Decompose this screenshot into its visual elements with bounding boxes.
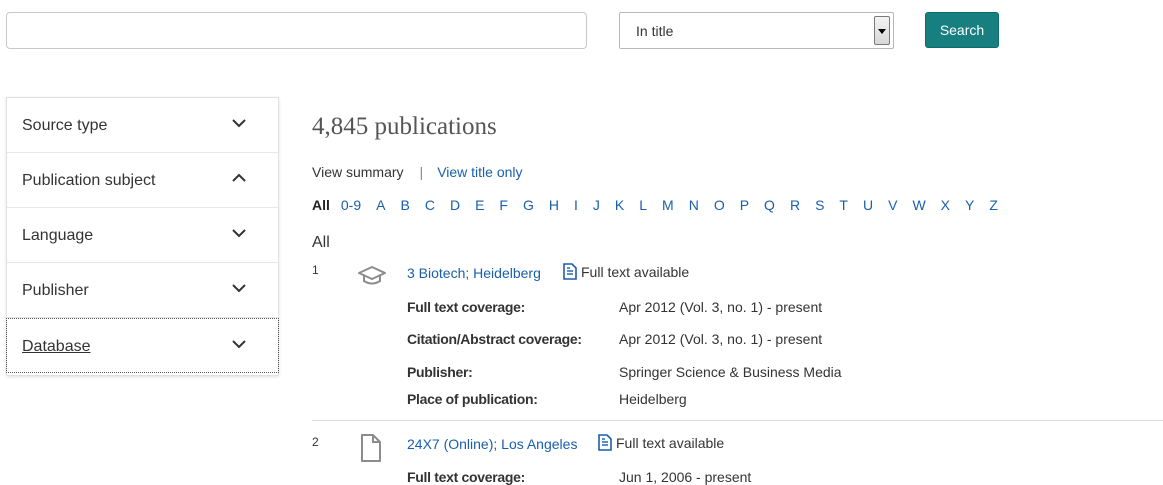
alpha-c[interactable]: C bbox=[425, 197, 435, 213]
facet-publication-subject[interactable]: Publication subject bbox=[7, 153, 278, 208]
document-icon bbox=[361, 434, 381, 462]
facet-database[interactable]: Database bbox=[6, 318, 279, 373]
alpha-g[interactable]: G bbox=[523, 197, 534, 213]
alpha-x[interactable]: X bbox=[941, 197, 950, 213]
alpha-t[interactable]: T bbox=[839, 197, 848, 213]
alpha-i[interactable]: I bbox=[574, 197, 578, 213]
field-label: Place of publication: bbox=[407, 391, 538, 407]
facet-label: Publication subject bbox=[22, 172, 156, 189]
alpha-v[interactable]: V bbox=[888, 197, 897, 213]
alpha-l[interactable]: L bbox=[639, 197, 647, 213]
chevron-down-icon bbox=[232, 119, 246, 128]
result-index: 2 bbox=[312, 435, 319, 449]
full-text-label: Full text available bbox=[616, 435, 725, 451]
alpha-j[interactable]: J bbox=[593, 197, 600, 213]
facet-label: Database bbox=[22, 338, 91, 355]
scholarly-journal-icon bbox=[358, 266, 386, 285]
alpha-z[interactable]: Z bbox=[989, 197, 998, 213]
chevron-up-icon bbox=[232, 173, 246, 182]
full-text-indicator[interactable]: Full text available bbox=[563, 263, 689, 280]
chevron-down-icon bbox=[232, 284, 246, 293]
full-text-indicator[interactable]: Full text available bbox=[598, 434, 724, 451]
full-text-icon bbox=[563, 263, 577, 280]
alpha-b[interactable]: B bbox=[400, 197, 409, 213]
field-label: Citation/Abstract coverage: bbox=[407, 331, 582, 347]
chevron-down-icon bbox=[232, 229, 246, 238]
alpha-q[interactable]: Q bbox=[764, 197, 775, 213]
field-label: Full text coverage: bbox=[407, 299, 526, 315]
section-heading: All bbox=[312, 234, 330, 251]
view-toggle: View summary | View title only bbox=[312, 164, 523, 180]
field-label: Publisher: bbox=[407, 364, 473, 380]
alpha-0-9[interactable]: 0-9 bbox=[341, 197, 361, 213]
alpha-a[interactable]: A bbox=[376, 197, 385, 213]
full-text-label: Full text available bbox=[581, 264, 690, 280]
full-text-icon bbox=[598, 434, 612, 451]
facet-source-type[interactable]: Source type bbox=[7, 98, 278, 153]
alpha-k[interactable]: K bbox=[615, 197, 624, 213]
field-label: Full text coverage: bbox=[407, 469, 526, 485]
alpha-r[interactable]: R bbox=[790, 197, 800, 213]
alpha-o[interactable]: O bbox=[714, 197, 725, 213]
alphabet-filter: All 0-9 A B C D E F G H I J K L M N O P Q R S T U V W X Y Z bbox=[312, 197, 1013, 213]
facet-publisher[interactable]: Publisher bbox=[7, 263, 278, 318]
alpha-d[interactable]: D bbox=[450, 197, 460, 213]
results-panel: 4,845 publications View summary | View tit… bbox=[312, 0, 1163, 485]
field-value: Jun 1, 2006 - present bbox=[619, 469, 752, 485]
alpha-n[interactable]: N bbox=[689, 197, 699, 213]
chevron-down-icon bbox=[232, 340, 246, 349]
result-title-link[interactable]: 24X7 (Online); Los Angeles bbox=[407, 436, 577, 452]
field-value: Apr 2012 (Vol. 3, no. 1) - present bbox=[619, 331, 823, 347]
result-divider bbox=[312, 420, 1163, 421]
alpha-all[interactable]: All bbox=[312, 197, 330, 213]
results-count: 4,845 publications bbox=[312, 113, 497, 140]
field-value: Apr 2012 (Vol. 3, no. 1) - present bbox=[619, 299, 823, 315]
view-title-only-link[interactable]: View title only bbox=[437, 164, 522, 180]
alpha-w[interactable]: W bbox=[912, 197, 925, 213]
facet-label: Language bbox=[22, 227, 94, 244]
view-summary-link[interactable]: View summary bbox=[312, 164, 404, 180]
alpha-e[interactable]: E bbox=[475, 197, 484, 213]
result-index: 1 bbox=[312, 263, 319, 277]
view-separator: | bbox=[419, 164, 424, 180]
alpha-f[interactable]: F bbox=[499, 197, 508, 213]
facet-label: Publisher bbox=[22, 282, 89, 299]
alpha-p[interactable]: P bbox=[740, 197, 749, 213]
field-value: Heidelberg bbox=[619, 391, 687, 407]
alpha-h[interactable]: H bbox=[549, 197, 559, 213]
alpha-y[interactable]: Y bbox=[965, 197, 974, 213]
alpha-m[interactable]: M bbox=[662, 197, 674, 213]
facet-label: Source type bbox=[22, 117, 108, 134]
alpha-s[interactable]: S bbox=[815, 197, 824, 213]
alpha-u[interactable]: U bbox=[863, 197, 873, 213]
facet-language[interactable]: Language bbox=[7, 208, 278, 263]
result-title-link[interactable]: 3 Biotech; Heidelberg bbox=[407, 265, 541, 281]
facet-sidebar: Source type Publication subject Language… bbox=[6, 97, 279, 376]
field-value: Springer Science & Business Media bbox=[619, 364, 842, 380]
